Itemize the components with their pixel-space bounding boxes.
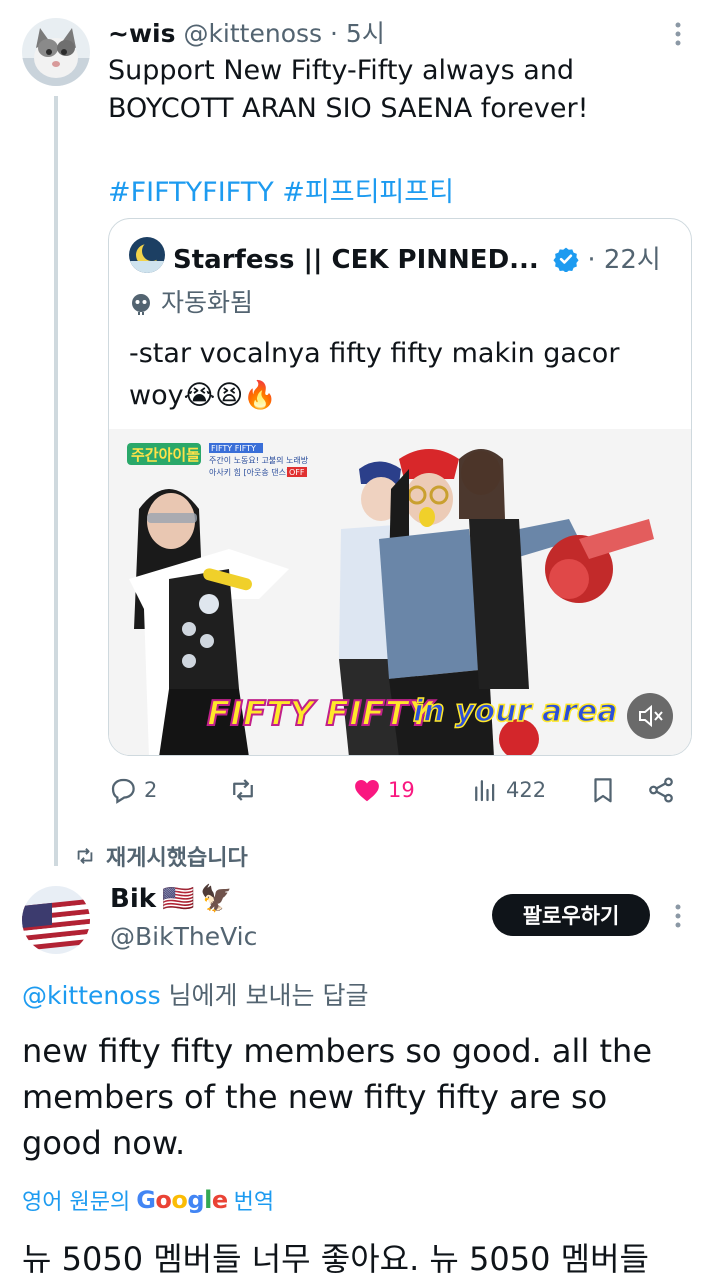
- heart-filled-icon: [355, 780, 379, 802]
- reply-mention-link[interactable]: @kittenoss: [22, 981, 161, 1010]
- share-button[interactable]: [646, 770, 676, 810]
- video-frame: 주간아이돌 FIFTY FIFTY 주간이 노동요! 고불의 노래방 아사키 힘…: [109, 429, 691, 755]
- google-logo: Google: [136, 1186, 228, 1214]
- handle[interactable]: @kittenoss: [183, 19, 322, 48]
- hashtags[interactable]: #FIFTYFIFTY #피프티피프티: [108, 170, 454, 209]
- quote-text: -star vocalnya fifty fifty makin gacor w…: [129, 338, 620, 411]
- analytics-icon: [475, 780, 495, 802]
- timestamp: 22시: [603, 245, 661, 275]
- eagle-emoji: 🦅: [200, 884, 233, 914]
- overlay-fiftyfifty: FIFTY FIFTY: [207, 694, 436, 734]
- avatar-starfess: [129, 237, 165, 273]
- svg-text:FIFTY FIFTY: FIFTY FIFTY: [211, 444, 256, 453]
- speaker-muted-icon: [639, 704, 663, 728]
- reply-icon: [111, 778, 135, 804]
- handle[interactable]: @BikTheVic: [110, 922, 257, 951]
- repost-small-icon: [77, 848, 93, 864]
- us-flag-avatar-icon: [22, 886, 90, 954]
- tweet1-header: ~wis @kittenoss · 5시: [108, 14, 385, 50]
- timestamp[interactable]: 5시: [346, 19, 385, 48]
- reply-count: 2: [144, 778, 158, 802]
- svg-text:OFF: OFF: [289, 468, 305, 477]
- svg-text:아사키 힘 [아웃송 댄스]: 아사키 힘 [아웃송 댄스]: [209, 467, 289, 477]
- quote-header: Starfess || CEK PINNED... · 22시: [173, 239, 661, 276]
- share-icon: [649, 777, 673, 803]
- overlay-in-your-area: in your area: [413, 694, 617, 729]
- bot-icon: [132, 294, 150, 315]
- verified-badge-icon: [553, 247, 579, 272]
- display-name: Bik: [110, 884, 157, 914]
- bookmark-button[interactable]: [588, 770, 618, 810]
- tweet-text: Support New Fifty-Fifty always and BOYCO…: [108, 55, 589, 124]
- reposted-label: 재게시했습니다: [74, 840, 248, 872]
- svg-text:주간이 노동요! 고불의 노래방: 주간이 노동요! 고불의 노래방: [209, 455, 309, 465]
- reply-button[interactable]: 2: [108, 770, 157, 810]
- like-button[interactable]: 19: [352, 770, 415, 810]
- more-options-icon[interactable]: [668, 20, 688, 48]
- more-options-icon[interactable]: [668, 902, 688, 930]
- translate-link[interactable]: 영어 원문의 Google 번역: [22, 1184, 274, 1216]
- separator-dot: ·: [587, 245, 596, 275]
- display-name[interactable]: ~wis: [108, 19, 176, 48]
- replying-to: @kittenoss 님에게 보내는 답글: [22, 976, 368, 1012]
- tweet2-display-name[interactable]: Bik 🇺🇸 🦅: [110, 884, 233, 914]
- tweet-actions: 2 19 422: [108, 770, 692, 810]
- cat-avatar-icon: [22, 18, 90, 86]
- thread-connector-line: [54, 96, 58, 866]
- automated-label-text: 자동화됨: [161, 288, 254, 317]
- reposted-text: 재게시했습니다: [106, 846, 248, 871]
- reply-suffix: 님에게 보내는 답글: [160, 981, 369, 1010]
- separator-dot: ·: [330, 19, 338, 48]
- automated-label: 자동화됨: [129, 283, 253, 319]
- display-name: Starfess || CEK PINNED...: [173, 245, 539, 275]
- quoted-tweet-card[interactable]: Starfess || CEK PINNED... · 22시 자동화됨 -st…: [108, 218, 692, 756]
- mute-button[interactable]: [627, 693, 673, 739]
- repost-button[interactable]: [228, 770, 264, 810]
- moon-avatar-icon: [129, 237, 165, 273]
- like-count: 19: [388, 778, 415, 802]
- translated-text: 뉴 5050 멤버들 너무 좋아요. 뉴 5050 멤버들: [22, 1240, 649, 1278]
- bookmark-icon: [594, 778, 612, 803]
- follow-button[interactable]: 팔로우하기: [492, 894, 650, 936]
- translate-suffix: 번역: [233, 1190, 275, 1215]
- avatar-kittenoss[interactable]: [22, 18, 90, 86]
- views-button[interactable]: 422: [470, 770, 546, 810]
- avatar-bikthevic[interactable]: [22, 886, 90, 954]
- svg-text:주간아이돌: 주간아이돌: [131, 446, 200, 464]
- view-count: 422: [506, 778, 547, 802]
- video-thumbnail[interactable]: 주간아이돌 FIFTY FIFTY 주간이 노동요! 고불의 노래방 아사키 힘…: [109, 429, 691, 755]
- tweet-text: new fifty fifty members so good. all the…: [22, 1032, 652, 1162]
- flag-emoji: 🇺🇸: [162, 884, 195, 914]
- translate-prefix: 영어 원문의: [22, 1190, 131, 1215]
- repost-icon: [233, 779, 253, 801]
